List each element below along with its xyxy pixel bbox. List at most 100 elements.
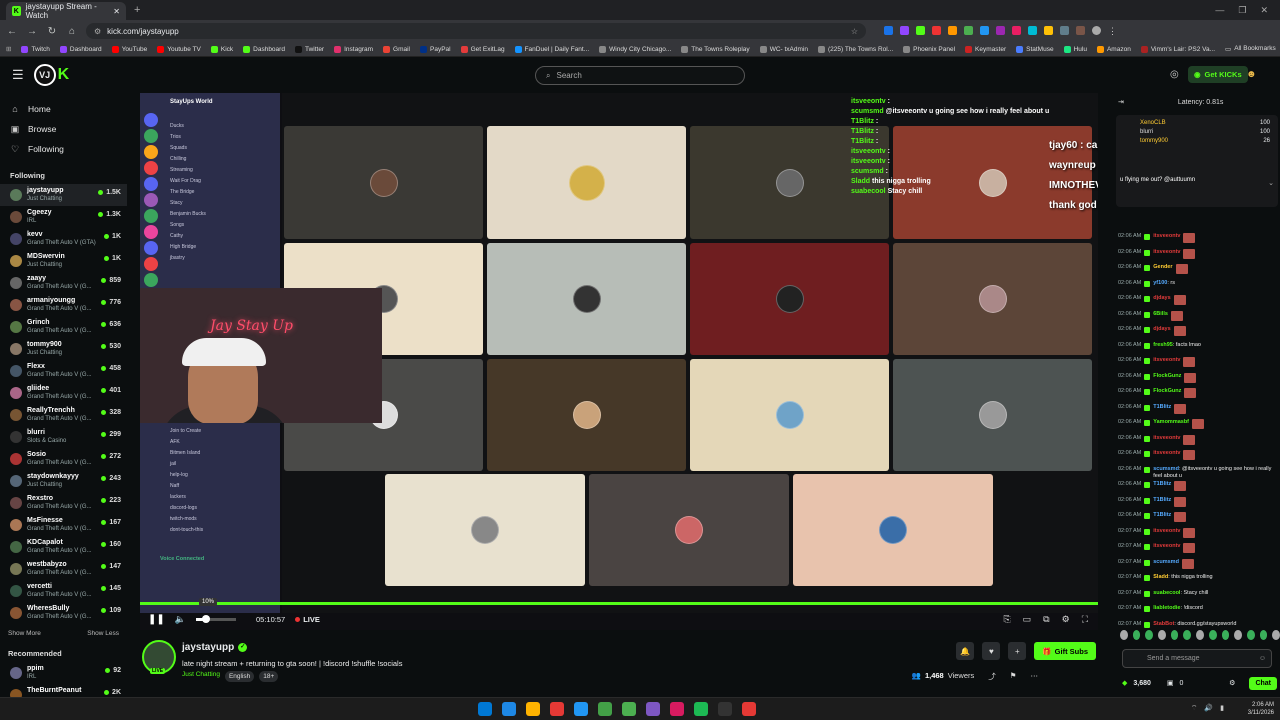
taskbar-app-icon[interactable]: [598, 702, 612, 716]
collapse-chat-icon[interactable]: ⇥: [1118, 98, 1124, 106]
followed-channel[interactable]: staydownkayyy Just Chatting 243: [0, 470, 127, 492]
video-player[interactable]: StayUps World Ducks Trios Squads Chilling St…: [140, 93, 1098, 630]
forward-icon[interactable]: →: [26, 26, 38, 37]
search-input[interactable]: ⌕ Search: [535, 66, 745, 85]
back-icon[interactable]: ←: [6, 26, 18, 37]
chat-username[interactable]: 6Bills: [1153, 311, 1168, 317]
bookmark-item[interactable]: Keymaster: [965, 45, 1006, 53]
followed-channel[interactable]: MDSwervin Just Chatting 1K: [0, 250, 127, 272]
taskbar-app-icon[interactable]: [478, 702, 492, 716]
volume-icon[interactable]: 🔈: [175, 614, 186, 625]
chat-username[interactable]: liabletodie: [1153, 605, 1180, 611]
bookmark-item[interactable]: Kick: [210, 45, 233, 53]
emote-icon[interactable]: [1234, 630, 1242, 640]
emote-icon[interactable]: [1196, 630, 1204, 640]
chat-username[interactable]: itsveeontv: [1153, 249, 1180, 255]
bookmark-item[interactable]: Windy City Chicago...: [599, 45, 671, 53]
menu-hamburger-icon[interactable]: ☰: [12, 67, 24, 83]
notifications-icon[interactable]: ◎: [1170, 69, 1179, 80]
chat-username[interactable]: itsveeontv: [1153, 233, 1180, 239]
streamer-name[interactable]: jaystayupp: [182, 642, 234, 653]
emote-icon[interactable]: [1259, 630, 1268, 640]
fullscreen-icon[interactable]: ⛶: [1082, 614, 1088, 625]
extension-icon[interactable]: [1060, 25, 1069, 35]
maximize-icon[interactable]: ❐: [1238, 5, 1246, 16]
followed-channel[interactable]: ppim IRL 92: [0, 662, 127, 684]
chat-username[interactable]: itsveeontv: [1153, 450, 1180, 456]
extension-icon[interactable]: [996, 25, 1005, 35]
bookmark-item[interactable]: Hulu: [1063, 45, 1087, 53]
home-browser-icon[interactable]: ⌂: [66, 26, 78, 37]
user-avatar[interactable]: ☻: [1246, 69, 1257, 80]
extension-icon[interactable]: [1028, 25, 1037, 35]
extension-icon[interactable]: [900, 25, 909, 35]
followed-channel[interactable]: Cgeezy IRL 1.3K: [0, 206, 127, 228]
bookmark-item[interactable]: WC- txAdmin: [759, 45, 808, 53]
tag-mature[interactable]: 18+: [259, 671, 279, 682]
taskbar-app-icon[interactable]: [574, 702, 588, 716]
report-icon[interactable]: ⚑: [1010, 671, 1017, 682]
chat-username[interactable]: djdays: [1153, 326, 1170, 332]
extension-icon[interactable]: [1076, 25, 1085, 35]
gift-subs-button[interactable]: 🎁 Gift Subs: [1034, 642, 1096, 660]
followed-channel[interactable]: blurri Slots & Casino 299: [0, 426, 127, 448]
followed-channel[interactable]: jaystayupp Just Chatting 1.5K: [0, 184, 127, 206]
bookmark-item[interactable]: Vimm's Lair: PS2 Va...: [1140, 45, 1215, 53]
chat-username[interactable]: itsveeontv: [1153, 528, 1180, 534]
reload-icon[interactable]: ↻: [46, 26, 58, 37]
new-tab-icon[interactable]: +: [134, 4, 140, 16]
chat-username[interactable]: fresh95: [1153, 342, 1173, 348]
bookmark-item[interactable]: Get ExitLag: [460, 45, 505, 53]
extension-icon[interactable]: [884, 25, 893, 35]
followed-channel[interactable]: westbabyzo Grand Theft Auto V (G... 147: [0, 558, 127, 580]
bookmark-item[interactable]: YouTube: [111, 45, 147, 53]
bookmark-item[interactable]: PayPal: [420, 45, 451, 53]
show-more-button[interactable]: Show More: [8, 630, 41, 637]
theater-mode-icon[interactable]: ▭: [1023, 614, 1032, 625]
clock[interactable]: 2:06 AM 3/11/2026: [1248, 701, 1274, 717]
extension-icon[interactable]: [932, 25, 941, 35]
kick-logo[interactable]: VJ K: [33, 64, 69, 86]
emote-icon[interactable]: [1170, 630, 1179, 640]
sidebar-item-home[interactable]: ⌂ Home: [0, 99, 127, 119]
bookmark-item[interactable]: Twitch: [21, 45, 50, 53]
notification-bell-icon[interactable]: 🔔: [956, 642, 975, 660]
chat-username[interactable]: T1Blitz: [1153, 512, 1171, 518]
taskbar-app-icon[interactable]: [670, 702, 684, 716]
chat-username[interactable]: T1Blitz: [1153, 481, 1171, 487]
emoji-picker-icon[interactable]: ☺: [1259, 655, 1266, 662]
sidebar-item-browse[interactable]: ▣ Browse: [0, 119, 127, 139]
chat-username[interactable]: scumsmd: [1153, 559, 1179, 565]
followed-channel[interactable]: WheresBully Grand Theft Auto V (G... 109: [0, 602, 127, 624]
apps-grid-icon[interactable]: ⊞: [6, 45, 11, 53]
show-less-button[interactable]: Show Less: [87, 630, 119, 637]
bookmark-item[interactable]: Youtube TV: [157, 45, 201, 53]
extension-icon[interactable]: [948, 25, 957, 35]
profile-avatar[interactable]: [1092, 25, 1101, 35]
wifi-icon[interactable]: ⌔: [1191, 704, 1198, 713]
chat-username[interactable]: Gender: [1153, 264, 1172, 270]
bookmark-item[interactable]: Amazon: [1096, 45, 1131, 53]
clip-icon[interactable]: ⎘: [1003, 614, 1010, 625]
followed-channel[interactable]: KDCapalot Grand Theft Auto V (G... 160: [0, 536, 127, 558]
browser-tab[interactable]: K jaystayupp Stream - Watch ✕: [6, 2, 126, 20]
taskbar-app-icon[interactable]: [718, 702, 732, 716]
stream-progress-bar[interactable]: [140, 602, 1098, 605]
chat-username[interactable]: T1Blitz: [1153, 404, 1171, 410]
taskbar-app-icon[interactable]: [550, 702, 564, 716]
followed-channel[interactable]: MsFinesse Grand Theft Auto V (G... 167: [0, 514, 127, 536]
chat-username[interactable]: itsveeontv: [1153, 435, 1180, 441]
bookmark-item[interactable]: Dashboard: [59, 45, 102, 53]
chat-username[interactable]: Sladd: [1153, 574, 1168, 580]
bookmark-item[interactable]: Dashboard: [243, 45, 285, 53]
extension-icon[interactable]: [1012, 25, 1021, 35]
all-bookmarks[interactable]: ▭ All Bookmarks: [1225, 45, 1280, 53]
get-kicks-button[interactable]: ◉ Get KICKs: [1188, 66, 1248, 83]
followed-channel[interactable]: vercetti Grand Theft Auto V (G... 145: [0, 580, 127, 602]
bookmark-item[interactable]: Instagram: [334, 45, 373, 53]
followed-channel[interactable]: Grinch Grand Theft Auto V (G... 636: [0, 316, 127, 338]
emote-icon[interactable]: [1208, 630, 1217, 640]
chat-username[interactable]: suabecool: [1153, 590, 1180, 596]
tag-language[interactable]: English: [224, 671, 255, 682]
taskbar-app-icon[interactable]: [694, 702, 708, 716]
